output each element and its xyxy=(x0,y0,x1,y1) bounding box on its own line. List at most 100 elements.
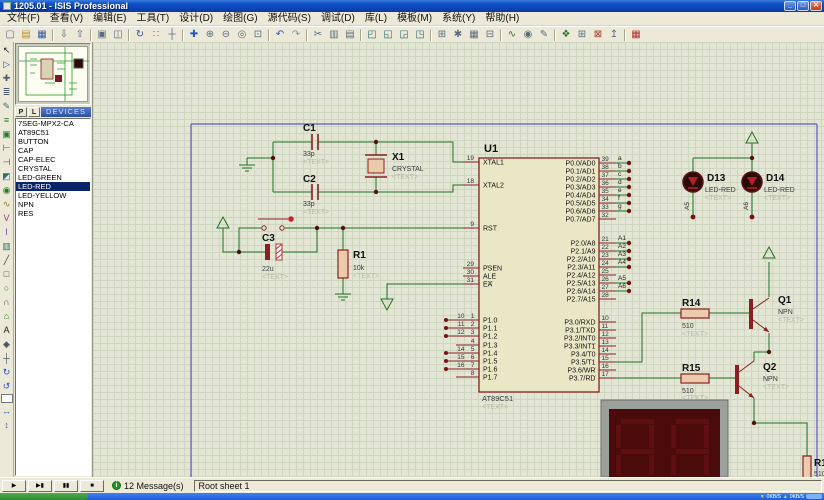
system-tray[interactable]: ▼ 0KB/S ▲ 0KB/S xyxy=(760,493,824,500)
tray-button[interactable] xyxy=(806,494,822,499)
remove-sheet-icon[interactable]: ⊠ xyxy=(590,28,606,42)
bus-mode-icon[interactable]: ≡ xyxy=(0,113,13,127)
device-item[interactable]: AT89C51 xyxy=(16,128,90,137)
menu-item-6[interactable]: 源代码(S) xyxy=(263,12,316,25)
undo-icon[interactable]: ↶ xyxy=(272,28,288,42)
wire-label-mode-icon[interactable]: ≣ xyxy=(0,85,13,99)
property-assignment-icon[interactable]: ✎ xyxy=(536,28,552,42)
new-sheet-icon[interactable]: ⊞ xyxy=(574,28,590,42)
decompose-icon[interactable]: ⊟ xyxy=(482,28,498,42)
device-item[interactable]: BUTTON xyxy=(16,137,90,146)
new-file-icon[interactable]: ▢ xyxy=(2,28,18,42)
windows-taskbar[interactable]: ▼ 0KB/S ▲ 0KB/S xyxy=(0,493,824,500)
minimize-button[interactable]: _ xyxy=(784,1,796,11)
packaging-tool-icon[interactable]: ▦ xyxy=(466,28,482,42)
crystal-x1[interactable]: X1 CRYSTAL <TEXT> xyxy=(365,152,424,181)
2d-line-mode-icon[interactable]: ╱ xyxy=(0,253,13,267)
false-origin-icon[interactable]: ┼ xyxy=(164,28,180,42)
2d-path-mode-icon[interactable]: ⌂ xyxy=(0,309,13,323)
block-copy-icon[interactable]: ◰ xyxy=(364,28,380,42)
menu-item-9[interactable]: 模板(M) xyxy=(392,12,437,25)
toggle-grid-icon[interactable]: ∷ xyxy=(148,28,164,42)
text-script-mode-icon[interactable]: ✎ xyxy=(0,99,13,113)
rotation-value-input[interactable] xyxy=(1,394,13,403)
copy-icon[interactable]: ▥ xyxy=(326,28,342,42)
print-icon[interactable]: ▣ xyxy=(94,28,110,42)
terminal-mode-icon[interactable]: ⊢ xyxy=(0,141,13,155)
device-item[interactable]: LED-RED xyxy=(16,182,90,191)
message-area[interactable]: i 12 Message(s) xyxy=(112,481,184,491)
zoom-out-icon[interactable]: ⊖ xyxy=(218,28,234,42)
stop-button[interactable]: ■ xyxy=(80,480,104,492)
device-item[interactable]: LED-YELLOW xyxy=(16,191,90,200)
menu-item-5[interactable]: 绘图(G) xyxy=(218,12,262,25)
step-button[interactable]: ▶▮ xyxy=(28,480,52,492)
device-item[interactable]: CAP-ELEC xyxy=(16,155,90,164)
menu-item-2[interactable]: 编辑(E) xyxy=(88,12,131,25)
resistor-r16[interactable]: R16 510 xyxy=(803,456,824,477)
rotate-anticlockwise-icon[interactable]: ↺ xyxy=(0,379,13,393)
rotate-clockwise-icon[interactable]: ↻ xyxy=(0,365,13,379)
ares-netlist-icon[interactable]: ▦ xyxy=(628,28,644,42)
device-item[interactable]: CRYSTAL xyxy=(16,164,90,173)
generator-mode-icon[interactable]: ∿ xyxy=(0,197,13,211)
close-button[interactable]: ✕ xyxy=(810,1,822,11)
flip-vertical-icon[interactable]: ↕ xyxy=(0,418,13,432)
maximize-button[interactable]: □ xyxy=(797,1,809,11)
resistor-r1[interactable]: R1 10k <TEXT> xyxy=(338,250,379,280)
menu-item-8[interactable]: 库(L) xyxy=(360,12,392,25)
2d-box-mode-icon[interactable]: □ xyxy=(0,267,13,281)
transistor-q2[interactable]: Q2 NPN <TEXT> xyxy=(735,361,789,398)
flip-horizontal-icon[interactable]: ↔ xyxy=(0,404,13,418)
device-item[interactable]: LED-GREEN xyxy=(16,173,90,182)
led-d14[interactable]: D14 LED-RED <TEXT> A6 xyxy=(742,172,795,210)
export-section-icon[interactable]: ⇧ xyxy=(72,28,88,42)
wire-autorouter-icon[interactable]: ∿ xyxy=(504,28,520,42)
resistor-r15[interactable]: R15 510 <TEXT> xyxy=(681,363,709,402)
transistor-q1[interactable]: Q1 NPN <TEXT> xyxy=(749,295,804,332)
device-item[interactable]: 7SEG-MPX2-CA xyxy=(16,119,90,128)
library-manager-button[interactable]: L xyxy=(28,107,40,117)
import-section-icon[interactable]: ⇩ xyxy=(56,28,72,42)
redo-icon[interactable]: ↷ xyxy=(288,28,304,42)
title-bar[interactable]: 1205.01 - ISIS Professional _ □ ✕ xyxy=(0,0,824,12)
component-mode-icon[interactable]: ▷ xyxy=(0,57,13,71)
capacitor-c2[interactable]: C2 33p <TEXT> xyxy=(303,174,329,216)
menu-item-0[interactable]: 文件(F) xyxy=(2,12,45,25)
junction-dot-mode-icon[interactable]: ✚ xyxy=(0,71,13,85)
device-item[interactable]: RES xyxy=(16,209,90,218)
device-pin-mode-icon[interactable]: ⊣ xyxy=(0,155,13,169)
menu-item-1[interactable]: 查看(V) xyxy=(45,12,88,25)
start-button[interactable] xyxy=(0,493,88,500)
menu-item-11[interactable]: 帮助(H) xyxy=(480,12,524,25)
design-explorer-icon[interactable]: ❖ xyxy=(558,28,574,42)
selection-mode-icon[interactable]: ↖ xyxy=(0,43,13,57)
search-tags-icon[interactable]: ◉ xyxy=(520,28,536,42)
2d-text-mode-icon[interactable]: A xyxy=(0,323,13,337)
paste-icon[interactable]: ▤ xyxy=(342,28,358,42)
menu-item-7[interactable]: 调试(D) xyxy=(316,12,360,25)
cut-icon[interactable]: ✂ xyxy=(310,28,326,42)
capacitor-c1[interactable]: C1 33p <TEXT> xyxy=(303,123,329,166)
save-file-icon[interactable]: ▦ xyxy=(34,28,50,42)
voltage-probe-mode-icon[interactable]: V xyxy=(0,211,13,225)
pick-device-button[interactable]: P xyxy=(15,107,27,117)
device-item[interactable]: NPN xyxy=(16,200,90,209)
2d-arc-mode-icon[interactable]: ∩ xyxy=(0,295,13,309)
overview-panel[interactable] xyxy=(15,43,91,105)
device-item[interactable]: CAP xyxy=(16,146,90,155)
seven-segment-display[interactable] xyxy=(601,400,728,477)
2d-circle-mode-icon[interactable]: ○ xyxy=(0,281,13,295)
led-d13[interactable]: D13 LED-RED <TEXT> A5 xyxy=(683,172,736,210)
resistor-r14[interactable]: R14 510 <TEXT> xyxy=(681,298,709,338)
refresh-display-icon[interactable]: ↻ xyxy=(132,28,148,42)
subcircuit-mode-icon[interactable]: ▣ xyxy=(0,127,13,141)
current-probe-mode-icon[interactable]: I xyxy=(0,225,13,239)
schematic-canvas[interactable]: C1 33p <TEXT> C2 33p <TEXT> X1 CRYSTAL xyxy=(92,42,824,477)
pause-button[interactable]: ▮▮ xyxy=(54,480,78,492)
zoom-in-icon[interactable]: ⊕ xyxy=(202,28,218,42)
block-move-icon[interactable]: ◱ xyxy=(380,28,396,42)
play-button[interactable]: ▶ xyxy=(2,480,26,492)
virtual-instruments-mode-icon[interactable]: ▥ xyxy=(0,239,13,253)
menu-item-4[interactable]: 设计(D) xyxy=(174,12,218,25)
